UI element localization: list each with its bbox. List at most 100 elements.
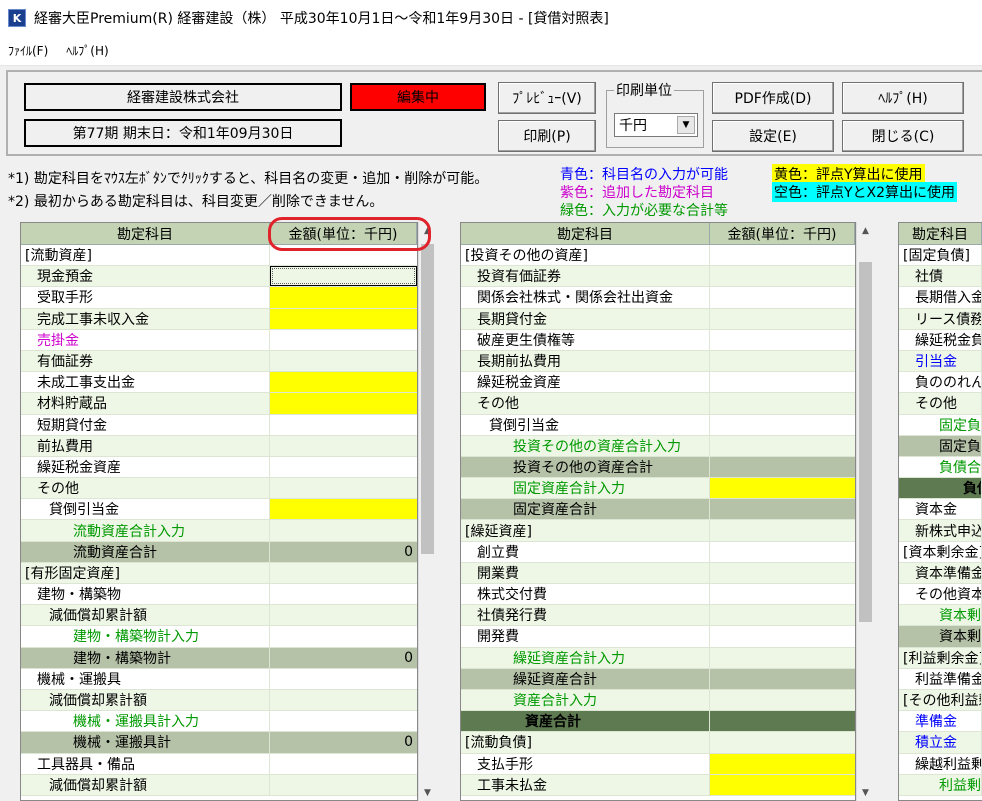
close-button[interactable]: 閉じる(C) [842,120,964,152]
amount-cell[interactable] [270,711,417,731]
amount-cell[interactable] [710,711,855,732]
scroll-up-icon[interactable]: ▲ [857,222,874,239]
account-row[interactable]: 資本金 [899,499,982,521]
account-row[interactable]: 売掛金 [21,329,417,351]
account-name[interactable]: [有形固定資産] [21,562,270,583]
amount-cell[interactable] [270,690,417,710]
scrollbar-panel1[interactable]: ▲ ▼ [418,222,435,801]
subtotal-row[interactable]: 流動資産合計 0 [21,541,417,563]
account-name[interactable]: 資本準備金 [899,562,982,583]
account-name[interactable]: 貸倒引当金 [461,414,710,435]
section-row[interactable]: [資本剰余金] [899,541,982,563]
subtotal-row[interactable]: 資本剰余金合計 [899,626,982,648]
account-row[interactable]: 株式交付費 [461,584,855,606]
account-row[interactable]: その他 [21,478,417,500]
amount-cell[interactable] [270,287,417,308]
account-name[interactable]: その他 [461,393,710,414]
account-name[interactable]: [投資その他の資産] [461,245,710,266]
account-row[interactable]: 有価証券 [21,350,417,373]
menu-help[interactable]: ﾍﾙﾌﾟ(H) [66,42,108,59]
account-row[interactable]: 投資その他の資産合計入力 [461,435,855,457]
account-row[interactable]: 建物・構築物 [21,584,417,606]
account-row[interactable]: 固定資産合計入力 [461,478,855,500]
account-row[interactable]: 社債 [899,266,982,288]
amount-cell[interactable]: 0 [270,542,417,562]
amount-cell[interactable]: 0 [270,648,417,668]
account-name[interactable]: 未成工事支出金 [21,372,270,393]
amount-cell[interactable] [270,457,417,477]
account-name[interactable]: 建物・構築物計入力 [21,626,270,647]
account-name[interactable]: 長期貸付金 [461,308,710,329]
account-name[interactable]: 有価証券 [21,350,270,372]
account-name[interactable]: 社債発行費 [461,605,710,626]
account-row[interactable]: 資本準備金 [899,562,982,584]
account-name[interactable]: 固定負債合計 [899,435,982,456]
pdf-export-button[interactable]: PDF作成(D) [712,82,834,114]
subtotal-row[interactable]: 建物・構築物計 0 [21,647,417,669]
account-name[interactable]: 破産更生債権等 [461,329,710,350]
amount-cell[interactable] [710,690,855,710]
account-name[interactable]: 建物・構築物計 [21,647,270,668]
account-name[interactable]: [固定負債] [899,245,982,266]
account-name[interactable]: その他 [899,393,982,414]
amount-cell[interactable] [710,436,855,456]
account-row[interactable]: 資本剰余金合計入力 [899,605,982,627]
account-name[interactable]: [利益剰余金] [899,647,982,668]
account-name[interactable]: 負債合計 [899,478,982,499]
scroll-down-icon[interactable]: ▼ [857,784,874,801]
amount-cell[interactable] [270,351,417,371]
settings-button[interactable]: 設定(E) [712,120,834,152]
amount-cell[interactable] [710,563,855,583]
account-row[interactable]: 未成工事支出金 [21,372,417,394]
account-row[interactable]: 長期借入金 [899,287,982,309]
account-row[interactable]: 現金預金 [21,266,417,288]
amount-cell[interactable] [710,669,855,689]
section-row[interactable]: [流動負債] [461,732,855,754]
account-row[interactable]: 支払手形 [461,753,855,775]
account-name[interactable]: 長期前払費用 [461,350,710,372]
account-row[interactable]: 材料貯蔵品 [21,393,417,415]
section-row[interactable]: [投資その他の資産] [461,245,855,267]
amount-cell[interactable]: 0 [270,732,417,752]
amount-cell[interactable] [270,266,417,287]
amount-cell[interactable] [710,393,855,413]
account-name[interactable]: 固定資産合計 [461,499,710,520]
amount-cell[interactable] [270,605,417,625]
amount-cell[interactable] [270,372,417,393]
amount-cell[interactable] [710,499,855,519]
account-name[interactable]: 流動資産合計 [21,541,270,562]
account-row[interactable]: 繰延税金資産 [21,456,417,479]
account-name[interactable]: 負債合計入力 [899,456,982,478]
account-name[interactable]: 完成工事未収入金 [21,308,270,329]
account-name[interactable]: 繰延税金資産 [21,456,270,478]
menu-file[interactable]: ﾌｧｲﾙ(F) [8,42,48,59]
section-row[interactable]: [固定負債] [899,245,982,267]
amount-cell[interactable] [270,754,417,774]
account-row[interactable]: その他 [461,393,855,415]
amount-cell[interactable] [710,287,855,307]
account-name[interactable]: 開発費 [461,626,710,647]
account-name[interactable]: 機械・運搬具計入力 [21,711,270,732]
account-row[interactable]: 積立金 [899,732,982,754]
account-name[interactable]: 資産合計入力 [461,689,710,711]
account-name[interactable]: 投資その他の資産合計入力 [461,435,710,456]
subtotal-row[interactable]: 繰延資産合計 [461,668,855,690]
account-name[interactable]: 利益剰余金合計入力 [899,774,982,795]
account-name[interactable]: 支払手形 [461,753,710,774]
amount-cell[interactable] [710,372,855,392]
amount-cell[interactable] [270,775,417,795]
account-row[interactable]: 機械・運搬具計入力 [21,711,417,733]
account-row[interactable]: 長期前払費用 [461,350,855,373]
account-name[interactable]: 繰延税金負債 [899,329,982,350]
account-row[interactable]: 繰延税金負債 [899,329,982,351]
account-name[interactable]: 準備金 [899,711,982,732]
scroll-down-icon[interactable]: ▼ [419,784,436,801]
total-row[interactable]: 負債合計 [899,478,982,500]
amount-cell[interactable] [710,584,855,604]
amount-cell[interactable] [270,499,417,520]
account-name[interactable]: その他 [21,478,270,499]
account-name[interactable]: 短期貸付金 [21,414,270,435]
account-name[interactable]: 関係会社株式・関係会社出資金 [461,287,710,308]
account-name[interactable]: 引当金 [899,350,982,372]
account-row[interactable]: 長期貸付金 [461,308,855,330]
